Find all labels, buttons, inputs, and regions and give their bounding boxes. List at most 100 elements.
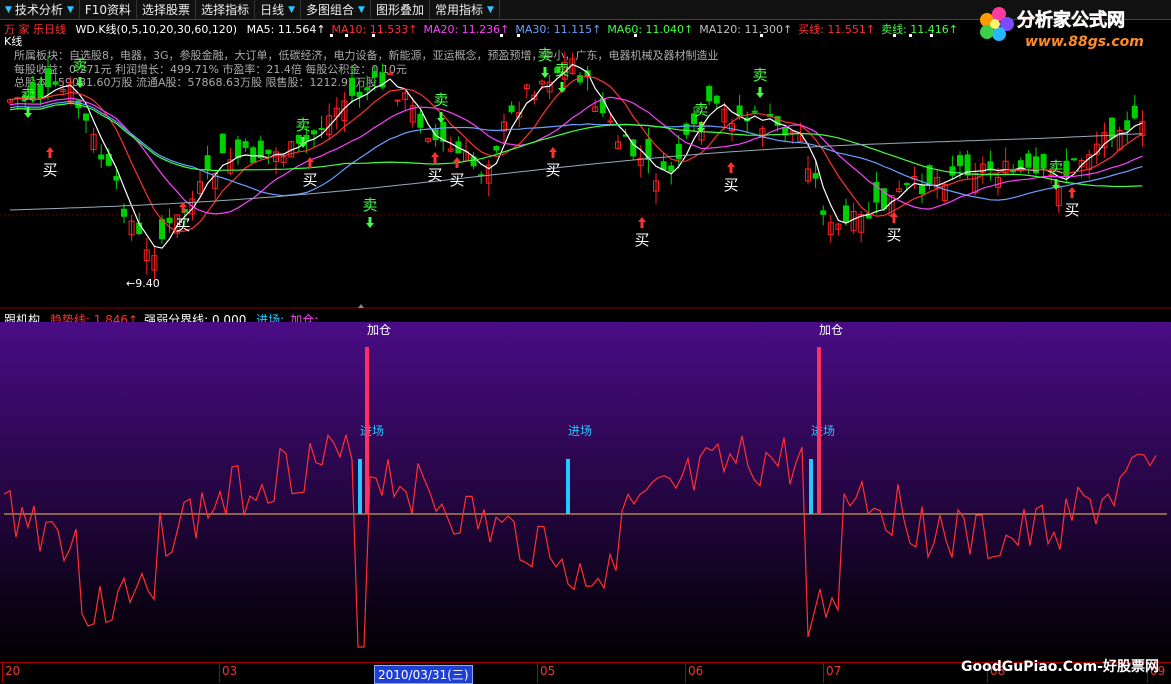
chevron-down-icon: ▼ bbox=[66, 4, 74, 15]
candle-body bbox=[121, 208, 127, 217]
candle-body bbox=[903, 183, 910, 186]
signal-dot bbox=[500, 34, 503, 37]
signal-dot bbox=[634, 34, 637, 37]
add-position-label: 加仓 bbox=[819, 323, 843, 337]
candle-body bbox=[1017, 160, 1024, 172]
cursor-marker-icon bbox=[358, 304, 364, 308]
x-axis-tick: 20 bbox=[5, 664, 21, 678]
buy-arrow-icon bbox=[549, 147, 557, 158]
signal-dot bbox=[517, 34, 520, 37]
buy-signal-label: 买 bbox=[42, 161, 57, 179]
toolbar-button-4[interactable]: 日线 ▼ bbox=[255, 0, 302, 19]
chevron-down-icon: ▼ bbox=[358, 4, 365, 15]
toolbar-button-label: 多图组合 bbox=[306, 3, 355, 17]
candle-body bbox=[219, 133, 226, 154]
price-low-label: ←9.40 bbox=[126, 277, 160, 290]
sell-signal-label: 卖 bbox=[20, 86, 35, 104]
sell-signal-label: 卖 bbox=[433, 91, 448, 109]
sell-arrow-icon bbox=[437, 112, 445, 123]
candle-body bbox=[1124, 120, 1131, 131]
signal-dot bbox=[930, 34, 933, 37]
x-axis-tick: 07 bbox=[826, 664, 842, 678]
candle-body bbox=[706, 86, 713, 102]
buy-arrow-icon bbox=[431, 152, 439, 163]
cursor-date: 2010/03/31(三) bbox=[374, 665, 473, 684]
candle-body bbox=[1025, 153, 1032, 168]
candle-body bbox=[295, 134, 302, 144]
x-axis-gridline bbox=[219, 663, 220, 683]
kline-chart[interactable]: 买买买买买买买买买买卖卖卖卖卖卖卖卖卖卖 bbox=[0, 20, 1171, 310]
candle-body bbox=[1071, 158, 1077, 161]
toolbar-button-label: 选择股票 bbox=[142, 3, 191, 17]
sell-arrow-icon bbox=[541, 67, 549, 78]
chevron-down-icon: ▼ bbox=[288, 4, 296, 15]
sell-signal-label: 卖 bbox=[72, 56, 87, 74]
sell-signal-label: 卖 bbox=[693, 101, 708, 119]
candle-body bbox=[493, 145, 500, 151]
signal-dot bbox=[909, 34, 912, 37]
buy-arrow-icon bbox=[638, 217, 646, 228]
entry-label: 进场 bbox=[568, 424, 592, 438]
candle-body bbox=[166, 217, 173, 223]
candle-body bbox=[83, 113, 89, 121]
toolbar-button-1[interactable]: F10资料 bbox=[80, 0, 138, 19]
toolbar-button-label: 图形叠加 bbox=[375, 3, 424, 17]
toolbar-button-label: F10资料 bbox=[84, 3, 132, 17]
toolbar-button-3[interactable]: 选择指标 bbox=[196, 0, 256, 19]
sell-signal-label: 卖 bbox=[752, 66, 767, 84]
candle-body bbox=[349, 77, 355, 96]
dropdown-arrow-icon: ▼ bbox=[5, 4, 12, 15]
candle-body bbox=[242, 141, 249, 148]
sell-arrow-icon bbox=[756, 87, 764, 98]
x-axis-tick: 06 bbox=[688, 664, 704, 678]
candle-body bbox=[713, 95, 720, 104]
toolbar-button-label: 技术分析 bbox=[14, 3, 63, 17]
x-axis-gridline bbox=[537, 663, 538, 683]
candle-body bbox=[812, 173, 819, 179]
candle-body bbox=[356, 91, 363, 98]
entry-label: 进场 bbox=[811, 424, 835, 438]
x-axis-tick: 05 bbox=[540, 664, 556, 678]
buy-signal-label: 买 bbox=[886, 226, 901, 244]
buy-signal-label: 买 bbox=[302, 171, 317, 189]
candle-body bbox=[37, 84, 44, 100]
signal-dot bbox=[345, 34, 348, 37]
add-position-label: 加仓 bbox=[367, 323, 391, 337]
candle-body bbox=[843, 205, 849, 223]
toolbar-button-2[interactable]: 选择股票 bbox=[137, 0, 197, 19]
buy-signal-label: 买 bbox=[427, 166, 442, 184]
signal-dot bbox=[372, 34, 375, 37]
sell-signal-label: 卖 bbox=[1048, 158, 1063, 176]
toolbar-button-label: 选择指标 bbox=[201, 3, 250, 17]
ma-line bbox=[9, 75, 1143, 233]
buy-signal-label: 买 bbox=[1064, 201, 1079, 219]
candle-body bbox=[52, 81, 59, 85]
candle-body bbox=[957, 155, 963, 167]
chevron-down-icon: ▼ bbox=[486, 4, 494, 15]
toolbar-button-0[interactable]: ▼ 技术分析 ▼ bbox=[0, 0, 80, 19]
buy-signal-label: 买 bbox=[634, 231, 649, 249]
signal-dot bbox=[760, 34, 763, 37]
sell-signal-label: 卖 bbox=[362, 196, 377, 214]
indicator-panel[interactable]: 进场 进场 进场 加仓 加仓 bbox=[0, 322, 1171, 662]
sell-signal-label: 卖 bbox=[537, 46, 552, 64]
candle-body bbox=[113, 176, 120, 181]
toolbar-button-6[interactable]: 图形叠加 bbox=[371, 0, 430, 19]
buy-signal-label: 买 bbox=[175, 216, 190, 234]
candle-body bbox=[1040, 154, 1047, 169]
sell-signal-label: 卖 bbox=[295, 116, 310, 134]
buy-signal-label: 买 bbox=[545, 161, 560, 179]
toolbar-button-5[interactable]: 多图组合 ▼ bbox=[301, 0, 371, 19]
candle-body bbox=[98, 154, 105, 160]
toolbar-button-7[interactable]: 常用指标 ▼ bbox=[430, 0, 500, 19]
x-axis-gridline bbox=[685, 663, 686, 683]
toolbar-button-label: 常用指标 bbox=[434, 3, 483, 17]
x-axis-tick: 03 bbox=[222, 664, 238, 678]
indicator-background bbox=[0, 322, 1171, 662]
candle-body bbox=[660, 161, 667, 170]
candle-body bbox=[607, 120, 614, 123]
candle-body bbox=[204, 155, 211, 171]
candle-body bbox=[417, 113, 424, 128]
signal-dot bbox=[330, 34, 333, 37]
candle-body bbox=[668, 165, 675, 172]
